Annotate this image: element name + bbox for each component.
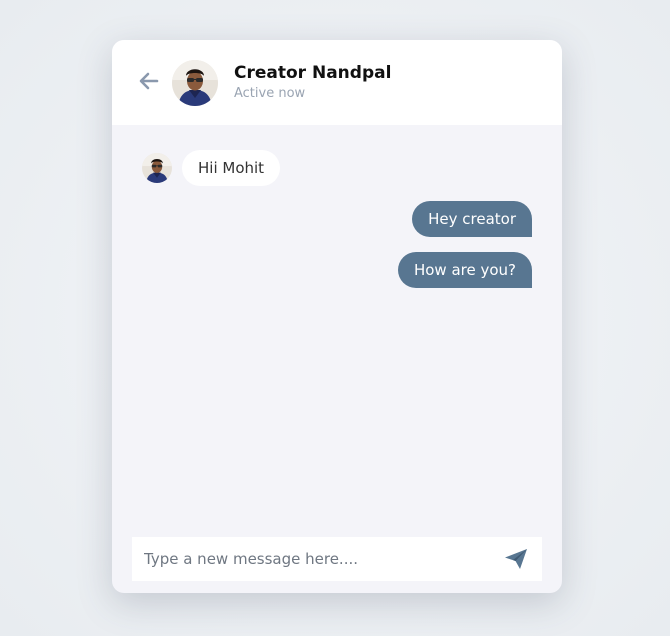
sender-avatar	[142, 153, 172, 183]
arrow-left-icon	[139, 72, 159, 90]
send-button[interactable]	[504, 548, 528, 570]
paper-plane-icon	[505, 549, 527, 569]
incoming-message-row: Hii Mohit	[142, 150, 281, 186]
message-composer	[132, 537, 542, 581]
contact-name: Creator Nandpal	[234, 63, 392, 83]
incoming-message-bubble: Hii Mohit	[182, 150, 281, 186]
contact-avatar[interactable]	[172, 60, 218, 106]
chat-header: Creator Nandpal Active now	[112, 40, 562, 125]
back-button[interactable]	[138, 70, 160, 92]
outgoing-message-bubble: How are you?	[397, 252, 532, 288]
contact-status: Active now	[234, 86, 306, 101]
chat-window: Creator Nandpal Active now Hii Mohit Hey…	[112, 40, 562, 593]
outgoing-message-bubble: Hey creator	[412, 201, 532, 237]
page-background: Creator Nandpal Active now Hii Mohit Hey…	[0, 0, 670, 636]
message-input[interactable]	[132, 537, 482, 581]
